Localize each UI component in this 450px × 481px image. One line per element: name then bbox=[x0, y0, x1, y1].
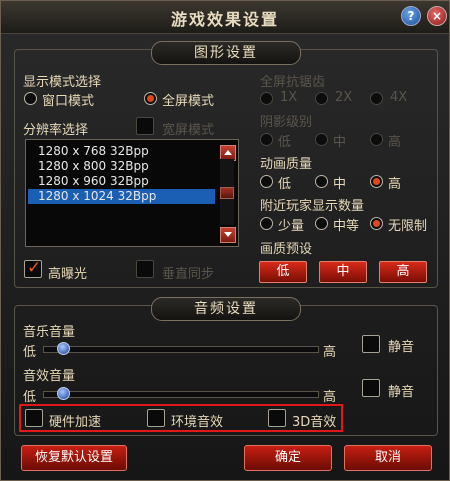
music-volume-label: 音乐音量 bbox=[23, 325, 76, 340]
hardware-accel-label[interactable]: 硬件加速 bbox=[49, 411, 101, 430]
close-button[interactable]: × bbox=[427, 6, 447, 26]
shadow-high-radio bbox=[370, 133, 383, 146]
quality-preset-label: 画质预设 bbox=[260, 242, 313, 257]
antialias-1x-label: 1X bbox=[280, 90, 298, 105]
music-min-label: 低 bbox=[23, 345, 37, 360]
env-audio-checkbox[interactable] bbox=[147, 409, 165, 427]
players-few-label[interactable]: 少量 bbox=[278, 215, 304, 234]
cancel-button[interactable]: 取消 bbox=[344, 445, 432, 471]
shadow-label: 阴影级别 bbox=[260, 115, 313, 130]
preset-high-button[interactable]: 高 bbox=[379, 261, 427, 283]
music-mute-label[interactable]: 静音 bbox=[388, 336, 414, 355]
windowed-mode-radio[interactable] bbox=[24, 92, 37, 105]
fullscreen-mode-radio[interactable] bbox=[144, 92, 157, 105]
resolution-list[interactable]: 1280 x 768 32Bpp 1280 x 800 32Bpp 1280 x… bbox=[25, 139, 239, 247]
checkmark-icon: ✓ bbox=[27, 258, 42, 278]
widescreen-label: 宽屏模式 bbox=[162, 123, 215, 138]
shadow-low-radio bbox=[260, 133, 273, 146]
preset-mid-button[interactable]: 中 bbox=[319, 261, 367, 283]
players-medium-radio[interactable] bbox=[315, 217, 328, 230]
sfx-volume-thumb[interactable] bbox=[56, 387, 70, 400]
fullscreen-mode-label[interactable]: 全屏模式 bbox=[162, 90, 214, 109]
bloom-checkbox[interactable]: ✓ bbox=[24, 258, 42, 278]
animation-low-label[interactable]: 低 bbox=[278, 173, 291, 192]
players-few-radio[interactable] bbox=[260, 217, 273, 230]
music-volume-slider[interactable] bbox=[43, 346, 319, 353]
help-button[interactable]: ? bbox=[401, 6, 421, 26]
players-medium-label[interactable]: 中等 bbox=[333, 215, 359, 234]
title-bar[interactable]: 游戏效果设置 ? × bbox=[1, 1, 449, 34]
resolution-item-selected[interactable]: 1280 x 1024 32Bpp bbox=[28, 189, 215, 204]
animation-high-radio[interactable] bbox=[370, 175, 383, 188]
ok-button[interactable]: 确定 bbox=[244, 445, 332, 471]
antialias-4x-radio bbox=[370, 92, 383, 105]
graphics-header: 图形设置 bbox=[151, 41, 301, 65]
animation-low-radio[interactable] bbox=[260, 175, 273, 188]
antialias-label: 全屏抗锯齿 bbox=[260, 75, 326, 90]
nearby-players-label: 附近玩家显示数量 bbox=[260, 199, 365, 214]
sfx-volume-slider[interactable] bbox=[43, 391, 319, 398]
resolution-item[interactable]: 1280 x 800 32Bpp bbox=[28, 159, 215, 174]
music-volume-thumb[interactable] bbox=[56, 342, 70, 355]
display-mode-label: 显示模式选择 bbox=[23, 75, 102, 90]
sfx-max-label: 高 bbox=[323, 390, 337, 405]
players-unlimited-label[interactable]: 无限制 bbox=[388, 215, 427, 234]
antialias-2x-radio bbox=[315, 92, 328, 105]
scrollbar-thumb[interactable] bbox=[220, 187, 234, 199]
shadow-mid-radio bbox=[315, 133, 328, 146]
antialias-4x-label: 4X bbox=[390, 90, 408, 105]
preset-low-button[interactable]: 低 bbox=[259, 261, 307, 283]
animation-quality-label: 动画质量 bbox=[260, 157, 313, 172]
env-audio-label[interactable]: 环境音效 bbox=[171, 411, 223, 430]
sfx-mute-checkbox[interactable] bbox=[362, 379, 380, 397]
players-unlimited-radio[interactable] bbox=[370, 217, 383, 230]
settings-window: 游戏效果设置 ? × 图形设置 显示模式选择 窗口模式 全屏模式 分辨率选择 宽… bbox=[0, 0, 450, 481]
scroll-down-icon[interactable] bbox=[220, 227, 236, 243]
window-title: 游戏效果设置 bbox=[170, 10, 279, 29]
animation-mid-radio[interactable] bbox=[315, 175, 328, 188]
widescreen-checkbox bbox=[136, 117, 154, 135]
shadow-mid-label: 中 bbox=[333, 135, 347, 150]
resolution-item[interactable]: 1280 x 768 32Bpp bbox=[28, 144, 215, 159]
sfx-volume-label: 音效音量 bbox=[23, 369, 76, 384]
shadow-low-label: 低 bbox=[278, 135, 292, 150]
antialias-2x-label: 2X bbox=[335, 90, 353, 105]
antialias-1x-radio bbox=[260, 92, 273, 105]
vsync-checkbox bbox=[136, 260, 154, 278]
animation-mid-label[interactable]: 中 bbox=[333, 173, 346, 192]
3d-audio-label[interactable]: 3D音效 bbox=[292, 411, 336, 430]
resolution-item[interactable]: 1280 x 960 32Bpp bbox=[28, 174, 215, 189]
music-max-label: 高 bbox=[323, 345, 337, 360]
shadow-high-label: 高 bbox=[388, 135, 402, 150]
windowed-mode-label[interactable]: 窗口模式 bbox=[42, 90, 94, 109]
bloom-label[interactable]: 高曝光 bbox=[48, 263, 87, 282]
animation-high-label[interactable]: 高 bbox=[388, 173, 401, 192]
reset-defaults-button[interactable]: 恢复默认设置 bbox=[21, 445, 127, 471]
resolution-label: 分辨率选择 bbox=[23, 123, 89, 138]
3d-audio-checkbox[interactable] bbox=[268, 409, 286, 427]
audio-header: 音频设置 bbox=[151, 297, 301, 321]
hardware-accel-checkbox[interactable] bbox=[25, 409, 43, 427]
music-mute-checkbox[interactable] bbox=[362, 335, 380, 353]
sfx-mute-label[interactable]: 静音 bbox=[388, 381, 414, 400]
sfx-min-label: 低 bbox=[23, 390, 37, 405]
vsync-label: 垂直同步 bbox=[162, 267, 215, 282]
